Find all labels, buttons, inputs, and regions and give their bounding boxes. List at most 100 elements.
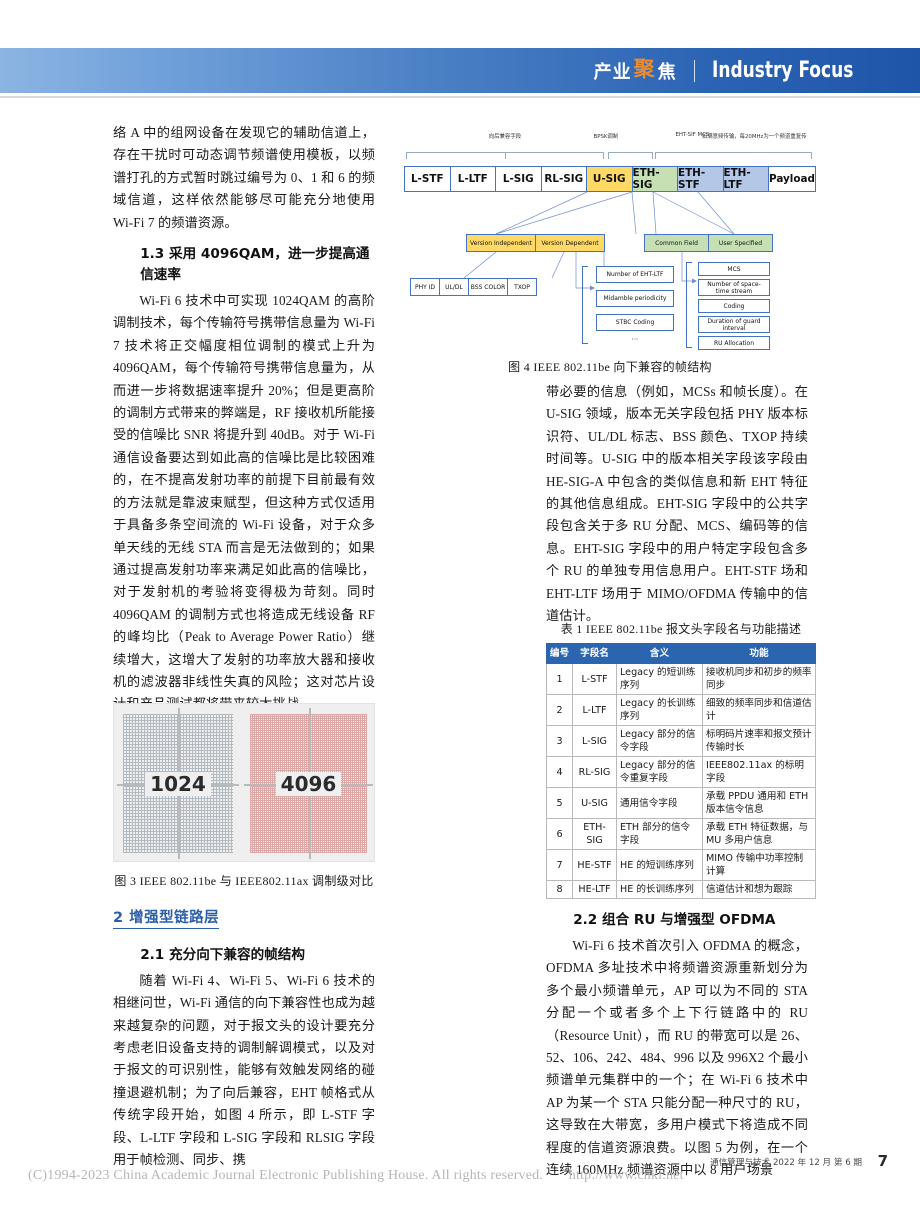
detail-number-of-eht-ltf: Number of EHT-LTF (596, 266, 674, 283)
version-dependent-brace (582, 266, 588, 344)
constellation-4096-label: 4096 (250, 771, 367, 796)
left-paragraph-2: Wi-Fi 6 技术中可实现 1024QAM 的高阶调制技术，每个传输符号携带信… (113, 293, 375, 711)
table1-r7-meaning: HE 的短训练序列 (616, 849, 703, 881)
frame-cell-eth-stf: ETH-STF (677, 166, 724, 192)
table1-col-header-function: 功能 (702, 643, 816, 664)
figure4-caption: 图 4 IEEE 802.11be 向下兼容的帧结构 (508, 360, 712, 374)
table1-r6-no: 6 (546, 818, 573, 850)
constellation-4096: 4096 (244, 708, 373, 859)
table-row: 1 L-STF Legacy 的短训练序列 接收机同步和初步的频率同步 (546, 663, 816, 695)
phy-field-ul-dl: UL/DL (439, 278, 469, 296)
annotation-label-3: 如满意频传输，每20MHz为一个频道重复传 (701, 134, 807, 140)
constellation-1024-label-text: 1024 (145, 771, 211, 796)
footer-cnki-url: http://www.cnki.net (568, 1168, 684, 1183)
frame-cell-l-sig: L-SIG (495, 166, 542, 192)
table1-r2-field: L-LTF (572, 694, 617, 726)
table1-r7-function: MIMO 传输中功率控制计算 (702, 849, 816, 881)
detail-coding: Coding (698, 299, 770, 313)
figure4-frame-structure: 向后兼容字段 BPSK调制 EHT-SIF MCS 如满意频传输，每20MHz为… (404, 126, 816, 351)
brace-eht-sif-mcs (607, 152, 654, 159)
table1-r2-no: 2 (546, 694, 573, 726)
usig-child-version-dependent: Version Dependent (535, 234, 605, 252)
detail-mcs: MCS (698, 262, 770, 276)
ethsig-children-row: Common Field User Specified (644, 234, 774, 252)
heading-1-3: 1.3 采用 4096QAM，进一步提高通信速率 (140, 246, 370, 284)
table1-col-header-field: 字段名 (572, 643, 617, 664)
frame-cell-l-stf: L-STF (404, 166, 451, 192)
detail-midamble-periodicity: Midamble periodicity (596, 290, 674, 307)
banner-divider (693, 59, 695, 82)
table-row: 5 U-SIG 通用信令字段 承载 PPDU 通用和 ETH 版本信令信息 (546, 787, 816, 819)
table1-header-row: 编号 字段名 含义 功能 (546, 643, 816, 664)
usig-child-version-independent: Version Independent (466, 234, 536, 252)
figure4-frame-row: L-STF L-LTF L-SIG RL-SIG U-SIG ETH-SIG E… (404, 166, 816, 192)
annotation-label-1: BPSK调制 (593, 134, 619, 140)
table1-r5-field: U-SIG (572, 787, 617, 819)
detail-ellipsis: ⋮ (630, 335, 639, 345)
page-header-banner: 产业 聚 焦 Industry Focus (0, 48, 920, 93)
brace-repeat-20mhz (655, 152, 812, 159)
table1-r3-field: L-SIG (572, 725, 617, 757)
table1-r1-function: 接收机同步和初步的频率同步 (702, 663, 816, 695)
constellation-1024: 1024 (117, 708, 239, 859)
table1-r1-no: 1 (546, 663, 573, 695)
banner-cn-part1: 产业 (593, 61, 632, 83)
table1-r2-function: 细致的频率同步和信道估计 (702, 694, 816, 726)
table1-r4-meaning: Legacy 部分的信令重复字段 (616, 756, 703, 788)
table-row: 3 L-SIG Legacy 部分的信令字段 标明码片速率和报文预计传输时长 (546, 725, 816, 757)
left-text-column: 络 A 中的组网设备在发现它的辅助信道上，存在干扰时可动态调节频谱使用模板，以频… (113, 122, 375, 1171)
table1-r8-function: 信道估计和想为跟踪 (702, 880, 816, 899)
frame-cell-rl-sig: RL-SIG (540, 166, 587, 192)
banner-title-group: 产业 聚 焦 Industry Focus (594, 58, 920, 84)
figure4-annotation-braces (404, 152, 816, 162)
frame-cell-u-sig: U-SIG (586, 166, 633, 192)
annotation-label-0: 向后兼容字段 (488, 134, 522, 140)
right-text-column-bottom: 2.2 组合 RU 与增强型 OFDMA Wi-Fi 6 技术首次引入 OFDM… (546, 900, 808, 1181)
brace-tick-1 (504, 152, 506, 159)
table1-r8-meaning: HE 的长训练序列 (616, 880, 703, 899)
table1-r7-no: 7 (546, 849, 573, 881)
table1-r5-function: 承载 PPDU 通用和 ETH 版本信令信息 (702, 787, 816, 819)
table1-r8-no: 8 (546, 880, 573, 899)
banner-english-title: Industry Focus (711, 58, 853, 83)
table1-r4-function: IEEE802.11ax 的标明字段 (702, 756, 816, 788)
ethsig-child-common-field: Common Field (644, 234, 709, 252)
banner-ju-glyph: 聚 (633, 57, 656, 81)
footer-copyright-text: (C)1994-2023 China Academic Journal Elec… (28, 1168, 544, 1183)
figure3-caption: 图 3 IEEE 802.11be 与 IEEE802.11ax 调制级对比 (114, 874, 374, 888)
footer-journal-meta: 通信管理与技术 2022 年 12 月 第 6 期 (710, 1158, 862, 1168)
table1-r4-field: RL-SIG (572, 756, 617, 788)
right-text-column-top: 带必要的信息（例如，MCSs 和帧长度）。在 U-SIG 领域，版本无关字段包括… (546, 381, 808, 627)
table1-col-header-no: 编号 (546, 643, 573, 664)
table1-field-descriptions: 编号 字段名 含义 功能 1 L-STF Legacy 的短训练序列 接收机同步… (546, 643, 816, 899)
detail-number-of-space-time-stream: Number of space-time stream (698, 279, 770, 296)
header-rule (0, 96, 920, 98)
detail-ru-allocation: RU Allocation (698, 336, 770, 350)
ethsig-child-user-specified: User Specified (708, 234, 773, 252)
detail-stbc-coding: STBC Coding (596, 314, 674, 331)
detail-duration-of-guard-interval: Duration of guard interval (698, 316, 770, 333)
banner-cn-part2: 焦 (657, 61, 677, 83)
table-row: 2 L-LTF Legacy 的长训练序列 细致的频率同步和信道估计 (546, 694, 816, 726)
heading-2-2: 2.2 组合 RU 与增强型 OFDMA (573, 912, 776, 928)
table1-r6-field: ETH-SIG (572, 818, 617, 850)
table1-r7-field: HE-STF (572, 849, 617, 881)
phy-field-txop: TXOP (507, 278, 537, 296)
phy-field-row: PHY ID UL/DL BSS COLOR TXOP (410, 278, 540, 296)
table-row: 7 HE-STF HE 的短训练序列 MIMO 传输中功率控制计算 (546, 849, 816, 881)
table1-r3-function: 标明码片速率和报文预计传输时长 (702, 725, 816, 757)
constellation-1024-label: 1024 (123, 771, 233, 796)
table1-r2-meaning: Legacy 的长训练序列 (616, 694, 703, 726)
table1-r6-function: 承载 ETH 特征数据，与 MU 多用户信息 (702, 818, 816, 850)
constellation-4096-label-text: 4096 (275, 771, 342, 796)
table1-r3-meaning: Legacy 部分的信令字段 (616, 725, 703, 757)
table1-r8-field: HE-LTF (572, 880, 617, 899)
frame-cell-l-ltf: L-LTF (449, 166, 496, 192)
right-paragraph-1: 带必要的信息（例如，MCSs 和帧长度）。在 U-SIG 领域，版本无关字段包括… (546, 384, 808, 624)
heading-2: 2 增强型链路层 (113, 906, 220, 929)
table1-r1-meaning: Legacy 的短训练序列 (616, 663, 703, 695)
banner-chinese-title: 产业 聚 焦 (594, 58, 677, 84)
table1-r5-meaning: 通用信令字段 (616, 787, 703, 819)
left-paragraph-3: 随着 Wi-Fi 4、Wi-Fi 5、Wi-Fi 6 技术的相继问世，Wi-Fi… (113, 972, 375, 1167)
table1-r3-no: 3 (546, 725, 573, 757)
